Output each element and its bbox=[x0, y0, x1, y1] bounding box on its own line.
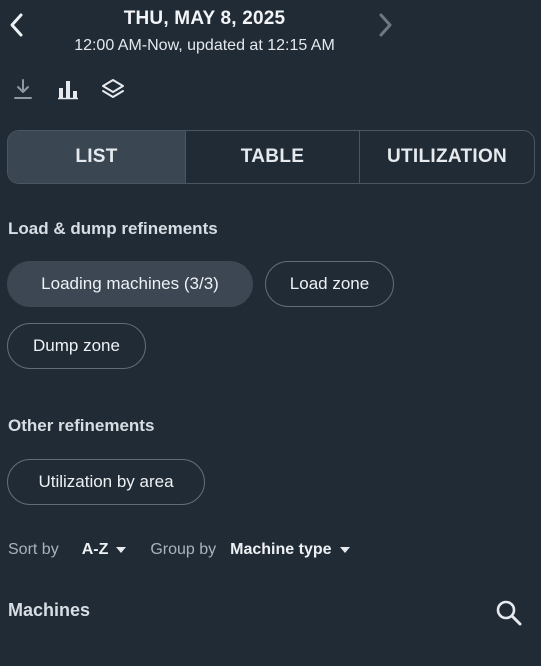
group-value: Machine type bbox=[230, 541, 332, 558]
utilization-by-area-chip[interactable]: Utilization by area bbox=[7, 459, 205, 505]
bar-chart-icon bbox=[58, 81, 78, 100]
download-icon bbox=[14, 79, 32, 99]
loading-machines-chip[interactable]: Loading machines (3/3) bbox=[7, 261, 253, 307]
chevron-right-icon bbox=[379, 13, 392, 37]
tab-utilization[interactable]: UTILIZATION bbox=[359, 131, 534, 183]
other-refinements-title: Other refinements bbox=[8, 416, 155, 435]
sort-group-row: Sort by A-Z Group by Machine type bbox=[8, 541, 350, 559]
layers-button[interactable] bbox=[100, 76, 126, 102]
sort-dropdown[interactable]: A-Z bbox=[82, 541, 127, 559]
chart-button[interactable] bbox=[55, 76, 81, 102]
download-button[interactable] bbox=[10, 76, 36, 102]
search-icon bbox=[496, 600, 522, 626]
toolbar bbox=[10, 76, 126, 102]
group-dropdown[interactable]: Machine type bbox=[230, 541, 350, 559]
caret-down-icon bbox=[339, 547, 350, 553]
group-label: Group by bbox=[150, 541, 217, 558]
layers-icon bbox=[102, 79, 124, 98]
search-button[interactable] bbox=[493, 597, 525, 629]
next-day-button[interactable] bbox=[370, 8, 400, 42]
date-range-subtitle: 12:00 AM-Now, updated at 12:15 AM bbox=[74, 37, 335, 54]
machines-title: Machines bbox=[8, 600, 91, 620]
tab-list[interactable]: LIST bbox=[8, 131, 185, 183]
load-dump-refinements-title: Load & dump refinements bbox=[8, 219, 218, 238]
header: THU, MAY 8, 2025 12:00 AM-Now, updated a… bbox=[0, 0, 541, 70]
caret-down-icon bbox=[116, 547, 127, 553]
load-zone-chip[interactable]: Load zone bbox=[265, 261, 394, 307]
sort-value: A-Z bbox=[81, 541, 109, 558]
view-tabs: LIST TABLE UTILIZATION bbox=[7, 130, 535, 184]
sort-label: Sort by bbox=[8, 541, 59, 558]
dump-zone-chip[interactable]: Dump zone bbox=[7, 323, 146, 369]
date-title: THU, MAY 8, 2025 bbox=[123, 8, 286, 29]
tab-table[interactable]: TABLE bbox=[185, 131, 359, 183]
